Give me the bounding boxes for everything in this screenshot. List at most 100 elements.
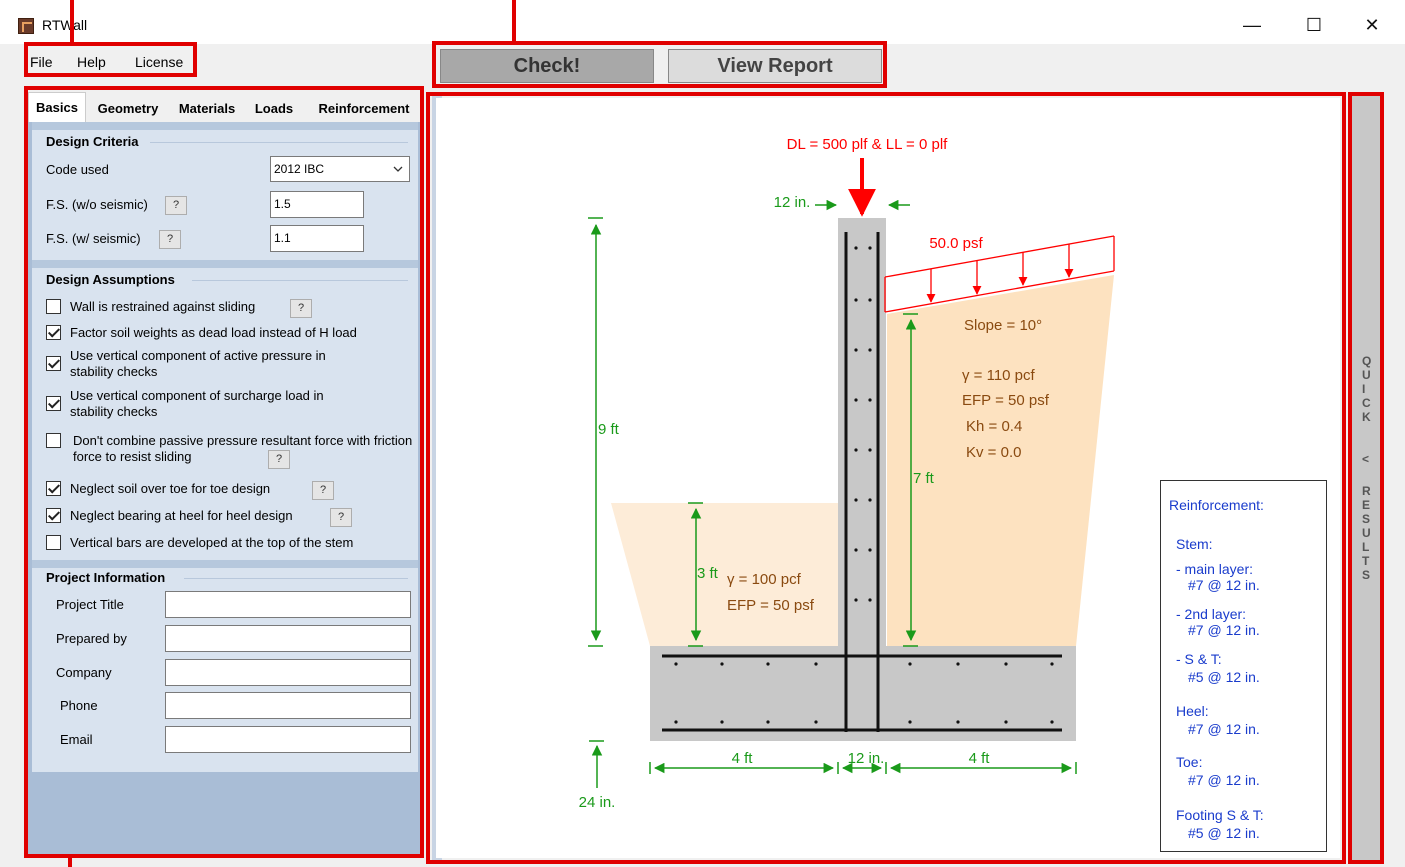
- tab-geometry[interactable]: Geometry: [90, 94, 166, 122]
- neglect-bearing-heel-checkbox[interactable]: [46, 508, 61, 523]
- footing-thickness-label: 24 in.: [579, 794, 616, 811]
- reinf-toe-value: #7 @ 12 in.: [1188, 772, 1260, 788]
- fs-without-seismic-label: F.S. (w/o seismic): [46, 197, 148, 212]
- reinf-st-value: #5 @ 12 in.: [1188, 669, 1260, 685]
- prepared-by-label: Prepared by: [56, 631, 127, 646]
- menu-license[interactable]: License: [135, 54, 183, 70]
- reinf-footing-st: Footing S & T:: [1176, 807, 1264, 823]
- fs-without-seismic-input[interactable]: 1.5: [270, 191, 364, 218]
- reinf-heel-value: #7 @ 12 in.: [1188, 721, 1260, 737]
- reinf-2nd-layer: - 2nd layer:: [1176, 606, 1247, 622]
- close-button[interactable]: ✕: [1357, 12, 1387, 38]
- front-soil: [611, 503, 838, 646]
- minimize-button[interactable]: —: [1237, 12, 1267, 38]
- restrained-sliding-checkbox[interactable]: [46, 299, 61, 314]
- menu-bar: File Help License: [0, 44, 420, 78]
- quick-results-letter: E: [1362, 498, 1371, 512]
- input-panel: Basics Geometry Materials Loads Reinforc…: [28, 90, 420, 856]
- quick-results-letter: Q: [1362, 354, 1372, 368]
- quick-results-letter: L: [1362, 540, 1370, 554]
- backfill-kh: Kh = 0.4: [966, 418, 1022, 435]
- tab-loads[interactable]: Loads: [248, 94, 300, 122]
- retained-height-label: 7 ft: [913, 470, 935, 487]
- quick-results-letter: C: [1362, 396, 1371, 410]
- quick-results-letter: T: [1362, 554, 1370, 568]
- reinf-stem: Stem:: [1176, 536, 1213, 552]
- vertical-bars-developed-checkbox[interactable]: [46, 535, 61, 550]
- passive-friction-help-button[interactable]: ?: [268, 450, 290, 469]
- chevron-down-icon: [393, 166, 403, 172]
- title-bar: RTWall — ☐ ✕: [0, 0, 1405, 44]
- email-input[interactable]: [165, 726, 411, 753]
- fs-with-seismic-input[interactable]: 1.1: [270, 225, 364, 252]
- footing-concrete: [650, 646, 1076, 741]
- quick-results-toggle[interactable]: Q U I C K < R E S U L T S: [1352, 96, 1380, 860]
- section-separator: [32, 560, 418, 568]
- project-title-input[interactable]: [165, 591, 411, 618]
- vertical-bars-developed-label: Vertical bars are developed at the top o…: [70, 535, 354, 550]
- backfill-efp: EFP = 50 psf: [962, 392, 1050, 409]
- reinf-main-layer: - main layer:: [1176, 561, 1254, 577]
- neglect-bearing-heel-label: Neglect bearing at heel for heel design: [70, 508, 293, 523]
- code-used-select[interactable]: 2012 IBC: [270, 156, 410, 182]
- reinf-st: - S & T:: [1176, 651, 1222, 667]
- quick-results-letter: S: [1362, 512, 1371, 526]
- backfill-gamma: γ = 110 pcf: [962, 367, 1036, 384]
- group-rule: [150, 142, 408, 143]
- prepared-by-input[interactable]: [165, 625, 411, 652]
- menu-help[interactable]: Help: [77, 54, 106, 70]
- reinforcement-summary: Reinforcement: Stem: - main layer: #7 @ …: [1160, 480, 1327, 852]
- design-criteria-title: Design Criteria: [46, 134, 139, 149]
- check-button[interactable]: Check!: [440, 49, 654, 83]
- reinf-main-layer-value: #7 @ 12 in.: [1188, 577, 1260, 593]
- neglect-bearing-heel-help-button[interactable]: ?: [330, 508, 352, 527]
- front-soil-gamma: γ = 100 pcf: [727, 571, 802, 588]
- footing-thickness-dim: [589, 740, 604, 788]
- view-report-button[interactable]: View Report: [668, 49, 882, 83]
- fs-with-seismic-label: F.S. (w/ seismic): [46, 231, 141, 246]
- fs-without-seismic-help-button[interactable]: ?: [165, 196, 187, 215]
- project-info-title: Project Information: [46, 570, 166, 585]
- phone-input[interactable]: [165, 692, 411, 719]
- vertical-active-pressure-checkbox[interactable]: [46, 356, 61, 371]
- design-assumptions-title: Design Assumptions: [46, 272, 175, 287]
- neglect-soil-toe-checkbox[interactable]: [46, 481, 61, 496]
- tab-reinforcement[interactable]: Reinforcement: [308, 94, 420, 122]
- front-soil-efp: EFP = 50 psf: [727, 597, 815, 614]
- quick-results-letter: U: [1362, 526, 1371, 540]
- menu-file[interactable]: File: [30, 54, 53, 70]
- stem-thickness-label: 12 in.: [848, 750, 885, 767]
- vertical-active-pressure-label: Use vertical component of active pressur…: [70, 348, 326, 379]
- basics-tab-content: Design Criteria Code used 2012 IBC F.S. …: [32, 122, 418, 772]
- company-input[interactable]: [165, 659, 411, 686]
- app-logo-icon: [18, 18, 34, 34]
- toe-soil-height-label: 3 ft: [697, 565, 719, 582]
- reinforcement-title: Reinforcement:: [1169, 497, 1264, 513]
- factor-soil-weights-checkbox[interactable]: [46, 325, 61, 340]
- code-used-value: 2012 IBC: [274, 162, 325, 176]
- vertical-surcharge-checkbox[interactable]: [46, 396, 61, 411]
- passive-friction-checkbox[interactable]: [46, 433, 61, 448]
- restrained-sliding-help-button[interactable]: ?: [290, 299, 312, 318]
- tab-materials[interactable]: Materials: [170, 94, 244, 122]
- annotation-pointer: [512, 0, 516, 42]
- vertical-surcharge-label: Use vertical component of surcharge load…: [70, 388, 324, 419]
- load-label: DL = 500 plf & LL = 0 plf: [787, 136, 948, 153]
- quick-results-letter: K: [1362, 410, 1371, 424]
- annotation-pointer: [70, 0, 74, 44]
- phone-label: Phone: [60, 698, 98, 713]
- tab-basics[interactable]: Basics: [28, 92, 86, 122]
- section-separator: [32, 260, 418, 268]
- neglect-soil-toe-help-button[interactable]: ?: [312, 481, 334, 500]
- backfill-kv: Kv = 0.0: [966, 444, 1021, 461]
- passive-friction-label: Don't combine passive pressure resultant…: [73, 433, 413, 464]
- factor-soil-weights-label: Factor soil weights as dead load instead…: [70, 325, 357, 340]
- reinf-footing-st-value: #5 @ 12 in.: [1188, 825, 1260, 841]
- maximize-button[interactable]: ☐: [1299, 12, 1329, 38]
- fs-with-seismic-help-button[interactable]: ?: [159, 230, 181, 249]
- slope-label: Slope = 10°: [964, 317, 1042, 334]
- reinf-heel: Heel:: [1176, 703, 1209, 719]
- email-label: Email: [60, 732, 93, 747]
- restrained-sliding-label: Wall is restrained against sliding: [70, 299, 256, 314]
- reinf-2nd-layer-value: #7 @ 12 in.: [1188, 622, 1260, 638]
